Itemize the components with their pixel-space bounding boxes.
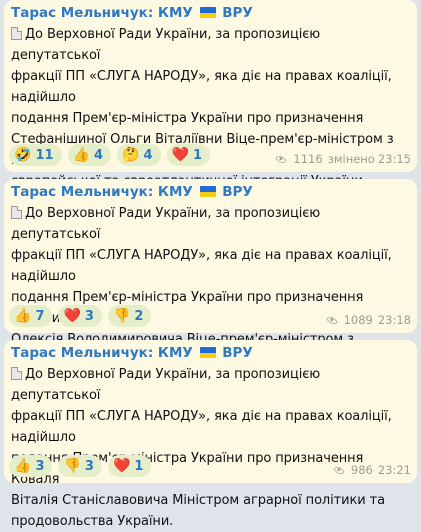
document-icon [11, 367, 22, 380]
message-line: подання Прем'єр-міністра України про при… [11, 108, 411, 129]
message-line: Віталія Станіславовича Міністром аграрно… [11, 490, 411, 511]
message-time: 23:15 [377, 152, 411, 166]
message-line: фракції ПП «СЛУГА НАРОДУ», яка діє на пр… [11, 406, 411, 448]
eye-icon [325, 314, 338, 326]
reaction-chip[interactable]: ❤️ 1 [166, 144, 210, 166]
ukraine-flag-icon [199, 7, 216, 18]
sender-suffix: ВРУ [222, 5, 253, 21]
message-line: продовольства України. [11, 511, 411, 532]
message-line: фракції ПП «СЛУГА НАРОДУ», яка діє на пр… [11, 66, 411, 108]
sender-suffix: ВРУ [222, 345, 253, 361]
message-line: До Верховної Ради України, за пропозиціє… [11, 203, 411, 245]
reaction-chip[interactable]: 👍 4 [67, 144, 112, 166]
flag-yellow [199, 12, 216, 18]
reaction-emoji-icon: 👍 [14, 308, 32, 324]
ukraine-flag-icon [199, 186, 216, 197]
flag-yellow [199, 352, 216, 358]
sender-name[interactable]: Тарас Мельничук: КМУ [11, 345, 193, 361]
message-meta: 1089 23:18 [325, 313, 411, 327]
message-line-text: До Верховної Ради України, за пропозиціє… [11, 27, 321, 63]
reaction-chip[interactable]: 👎 3 [58, 455, 102, 477]
message-line-text: До Верховної Ради України, за пропозиціє… [11, 206, 321, 242]
message-text: До Верховної Ради України, за пропозиціє… [11, 364, 411, 532]
message-line-text: продовольства України. [11, 514, 174, 529]
flag-blue [199, 186, 216, 192]
channel-message[interactable]: Тарас Мельничук: КМУ ВРУ До Верховної Рад… [4, 179, 417, 410]
reaction-count: 2 [134, 308, 144, 324]
reaction-emoji-icon: ❤️ [63, 308, 81, 324]
flag-blue [199, 7, 216, 13]
reaction-chip[interactable]: ❤️ 1 [107, 455, 152, 477]
reaction-emoji-icon: 👎 [63, 458, 81, 474]
message-meta: 986 23:21 [332, 463, 411, 477]
message-line-text: Віталія Станіславовича Міністром аграрно… [11, 493, 385, 508]
message-line-text: фракції ПП «СЛУГА НАРОДУ», яка діє на пр… [11, 248, 392, 284]
reaction-emoji-icon: 👍 [14, 458, 32, 474]
sender-line: Тарас Мельничук: КМУ ВРУ [11, 3, 411, 24]
view-count: 1116 [293, 152, 323, 166]
edited-label: змінено [327, 152, 375, 166]
sender-name[interactable]: Тарас Мельничук: КМУ [11, 5, 193, 21]
view-count: 986 [350, 463, 373, 477]
reaction-count: 3 [84, 458, 94, 474]
reaction-chip[interactable]: 👍 3 [9, 455, 53, 477]
flag-blue [199, 347, 216, 353]
reaction-chip[interactable]: 🤔 4 [117, 144, 161, 166]
reaction-count: 3 [84, 308, 94, 324]
message-line-text: подання Прем'єр-міністра України про при… [11, 111, 364, 126]
reaction-chip[interactable]: 🤣 11 [9, 144, 62, 166]
reaction-count: 4 [143, 147, 153, 163]
reaction-count: 1 [134, 458, 144, 474]
flag-yellow [199, 191, 216, 197]
reaction-emoji-icon: ❤️ [112, 458, 131, 474]
view-count: 1089 [343, 313, 373, 327]
eye-icon [333, 464, 345, 476]
reaction-chip[interactable]: 👎 2 [107, 305, 152, 327]
sender-line: Тарас Мельничук: КМУ ВРУ [11, 343, 411, 364]
document-icon [11, 27, 22, 40]
reaction-count: 11 [35, 147, 54, 163]
document-icon [11, 206, 22, 219]
reaction-count: 1 [192, 147, 202, 163]
message-line-text: фракції ПП «СЛУГА НАРОДУ», яка діє на пр… [11, 69, 392, 105]
channel-message[interactable]: Тарас Мельничук: КМУ ВРУ До Верховної Рад… [4, 0, 417, 231]
reaction-count: 3 [35, 458, 45, 474]
reaction-chip[interactable]: 👍 7 [9, 305, 53, 327]
reaction-emoji-icon: 👎 [112, 308, 131, 324]
message-line: До Верховної Ради України, за пропозиціє… [11, 364, 411, 406]
reaction-count: 7 [35, 308, 45, 324]
message-time: 23:18 [377, 313, 411, 327]
sender-suffix: ВРУ [222, 184, 253, 200]
message-line: До Верховної Ради України, за пропозиціє… [11, 24, 411, 66]
message-line-text: До Верховної Ради України, за пропозиціє… [11, 367, 321, 403]
reaction-emoji-icon: 🤔 [122, 147, 140, 163]
message-line-text: фракції ПП «СЛУГА НАРОДУ», яка діє на пр… [11, 409, 392, 445]
eye-icon [275, 153, 288, 165]
message-line: фракції ПП «СЛУГА НАРОДУ», яка діє на пр… [11, 245, 411, 287]
reaction-chip[interactable]: ❤️ 3 [58, 305, 102, 327]
reaction-emoji-icon: ❤️ [171, 147, 189, 163]
message-footer: 🤣 11 👍 4 🤔 4 ❤️ 1 1116 змінено 23:15 [9, 144, 411, 168]
reaction-emoji-icon: 🤣 [14, 147, 32, 163]
sender-name[interactable]: Тарас Мельничук: КМУ [11, 184, 193, 200]
message-footer: 👍 7 ❤️ 3 👎 2 1089 23:18 [9, 305, 411, 329]
reaction-emoji-icon: 👍 [72, 147, 90, 163]
channel-message[interactable]: Тарас Мельничук: КМУ ВРУ До Верховної Рад… [4, 340, 417, 529]
message-footer: 👍 3 👎 3 ❤️ 1 986 23:21 [9, 455, 411, 479]
message-time: 23:21 [377, 463, 411, 477]
ukraine-flag-icon [199, 347, 216, 358]
message-meta: 1116 змінено 23:15 [274, 152, 411, 166]
sender-line: Тарас Мельничук: КМУ ВРУ [11, 182, 411, 203]
reaction-count: 4 [93, 147, 104, 163]
